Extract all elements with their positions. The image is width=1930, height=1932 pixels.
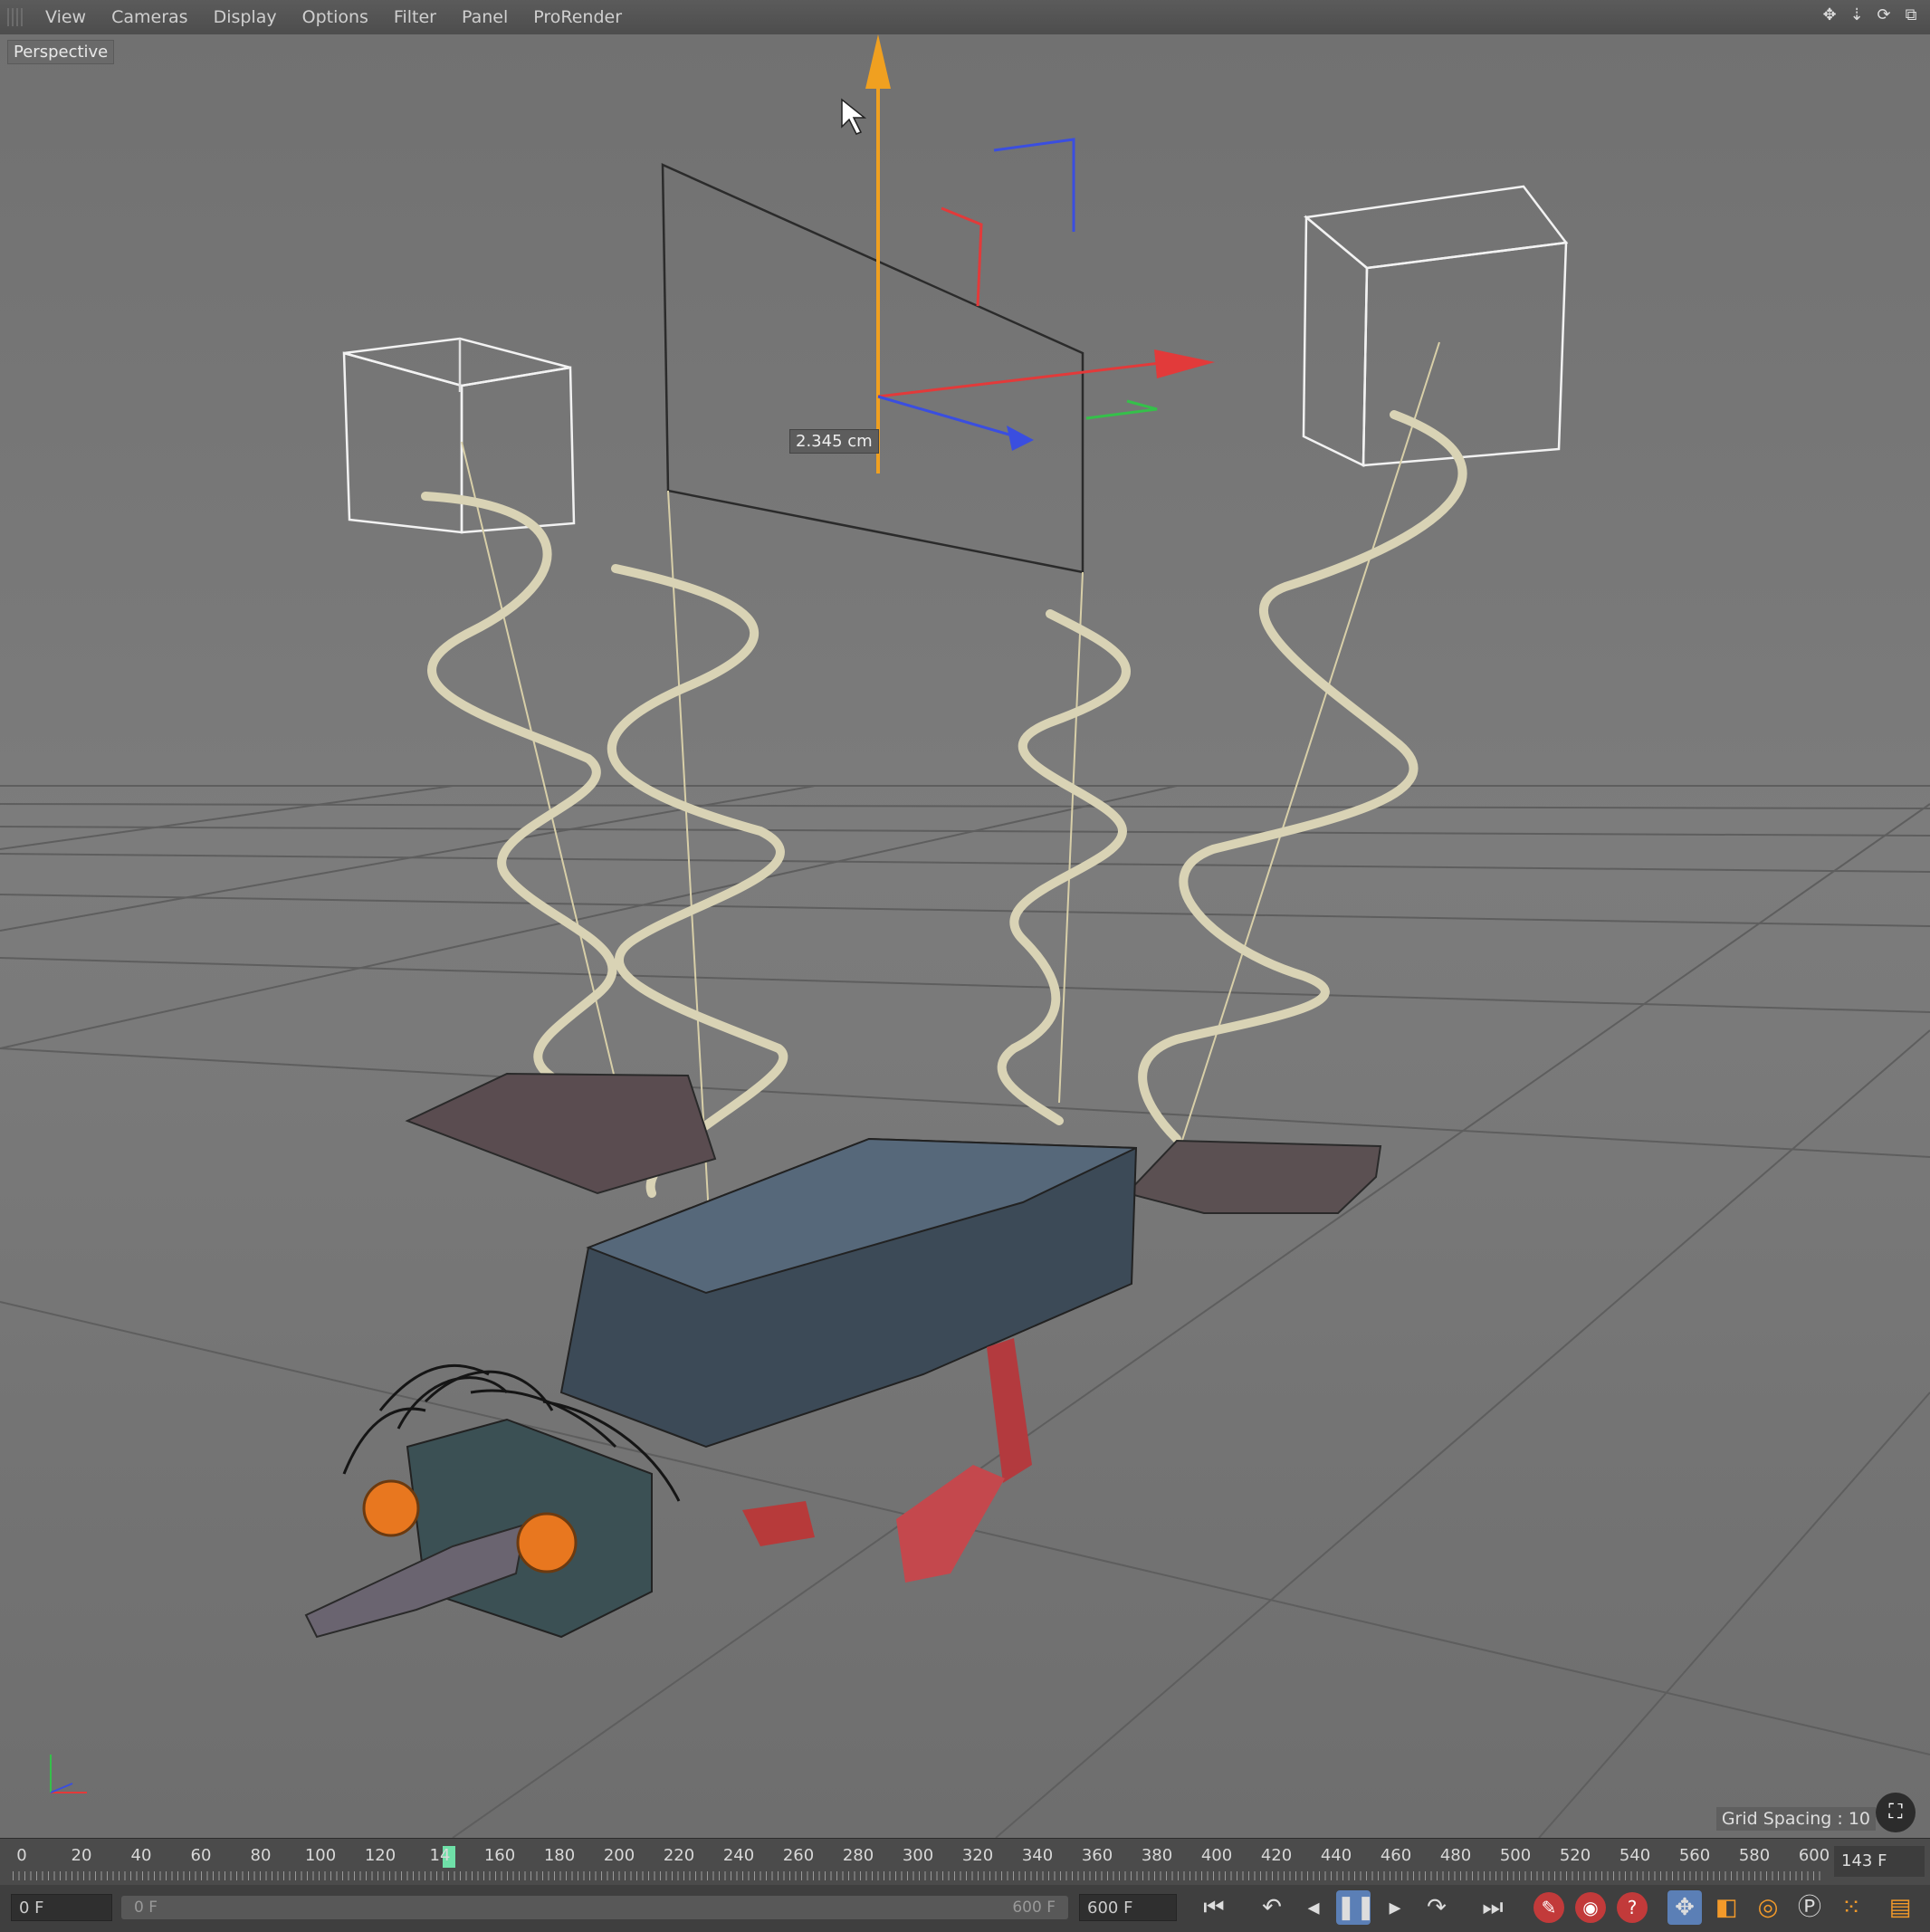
right-null-cube[interactable] — [1302, 185, 1569, 467]
menu-filter[interactable]: Filter — [381, 0, 449, 34]
ruler-tick-label: 300 — [902, 1846, 934, 1865]
autokey-icon[interactable]: ◉ — [1575, 1892, 1606, 1923]
ruler-tick-label: 20 — [71, 1846, 92, 1865]
ruler-ticks — [13, 1871, 1823, 1880]
ruler-tick-label: 260 — [782, 1846, 815, 1865]
viewport-camera-label[interactable]: Perspective — [7, 40, 115, 64]
grid-spacing-label: Grid Spacing : 10 — [1715, 1807, 1876, 1831]
ruler-tick-label: 540 — [1619, 1846, 1651, 1865]
x-axis-handle[interactable] — [877, 360, 1169, 398]
ruler-tick-label: 380 — [1141, 1846, 1173, 1865]
ruler-tick-label: 100 — [304, 1846, 337, 1865]
ruler-tick-label: 120 — [364, 1846, 397, 1865]
deformer-plane[interactable] — [661, 163, 1084, 574]
ruler-tick-label: 500 — [1499, 1846, 1532, 1865]
panel-grip-icon[interactable] — [7, 8, 25, 26]
rotate-icon[interactable]: ⟳ — [1874, 5, 1894, 25]
ruler-tick-label: 440 — [1320, 1846, 1352, 1865]
z-axis-handle[interactable] — [877, 395, 1019, 439]
menu-prorender[interactable]: ProRender — [521, 0, 635, 34]
ruler-tick-label: 360 — [1081, 1846, 1113, 1865]
bird-model[interactable] — [304, 1072, 1382, 1639]
next-frame-icon[interactable]: ▸ — [1378, 1890, 1412, 1925]
point-level-icon[interactable]: ⁙ — [1834, 1890, 1868, 1925]
parameter-key-icon[interactable]: Ⓟ — [1792, 1890, 1827, 1925]
ruler-tick-label: 320 — [961, 1846, 994, 1865]
scale-key-icon[interactable]: ◧ — [1709, 1890, 1744, 1925]
z-axis-arrow-icon[interactable] — [1007, 426, 1034, 451]
previous-key-icon[interactable]: ↶ — [1255, 1890, 1289, 1925]
left-eye — [362, 1479, 420, 1537]
ruler-tick-label: 60 — [190, 1846, 212, 1865]
playback-controls: 0 F 0 F 600 F 600 F ⏮ ↶ ◂ ❚❚ ▸ ↷ ⏭ ✎ ◉ ?… — [0, 1885, 1930, 1932]
move-icon[interactable]: ✥ — [1820, 5, 1839, 25]
menu-display[interactable]: Display — [201, 0, 290, 34]
move-key-icon[interactable]: ✥ — [1667, 1890, 1702, 1925]
ruler-tick-label: 420 — [1260, 1846, 1293, 1865]
ruler-tick-label: 200 — [603, 1846, 635, 1865]
end-frame-field[interactable]: 600 F — [1079, 1894, 1177, 1921]
maximize-icon[interactable]: ⧉ — [1901, 5, 1921, 25]
ruler-tick-label: 460 — [1380, 1846, 1412, 1865]
menu-options[interactable]: Options — [290, 0, 381, 34]
ruler-tick-label: 600 — [1798, 1846, 1830, 1865]
go-to-start-icon[interactable]: ⏮ — [1197, 1890, 1231, 1925]
ruler-tick-label: 340 — [1021, 1846, 1054, 1865]
ruler-tick-label: 0 — [16, 1846, 27, 1865]
previous-frame-icon[interactable]: ◂ — [1296, 1890, 1331, 1925]
ruler-tick-label: 220 — [663, 1846, 695, 1865]
key-help-icon[interactable]: ? — [1617, 1892, 1648, 1923]
next-key-icon[interactable]: ↷ — [1419, 1890, 1454, 1925]
menu-cameras[interactable]: Cameras — [99, 0, 200, 34]
ruler-tick-label: 180 — [543, 1846, 576, 1865]
range-end-label: 600 F — [1012, 1899, 1056, 1917]
perspective-viewport[interactable]: Perspective 2.345 cm Grid Spacing : 10 ⛶ — [0, 34, 1930, 1838]
timeline-ruler[interactable]: 0 20 40 60 80 100 120 14 160 180 200 220 240 260 280 30… — [0, 1838, 1930, 1886]
ruler-tick-label: 400 — [1200, 1846, 1233, 1865]
ruler-tick-label: 40 — [130, 1846, 152, 1865]
menu-items: View Cameras Display Options Filter Pane… — [33, 0, 635, 34]
world-axis-icon — [50, 1755, 87, 1793]
ruler-tick-label: 80 — [250, 1846, 272, 1865]
viewport-nav-icons: ✥ ⇣ ⟳ ⧉ — [1820, 5, 1921, 25]
ruler-tick-label: 160 — [483, 1846, 516, 1865]
x-axis-arrow-icon[interactable] — [1154, 349, 1215, 378]
ruler-tick-label: 240 — [722, 1846, 755, 1865]
menu-view[interactable]: View — [33, 0, 99, 34]
menu-bar: View Cameras Display Options Filter Pane… — [0, 0, 1930, 35]
ruler-tick-label: 580 — [1738, 1846, 1771, 1865]
dimension-readout: 2.345 cm — [789, 429, 879, 454]
transform-gizmo[interactable] — [865, 34, 1215, 473]
zoom-icon[interactable]: ⇣ — [1847, 5, 1867, 25]
ruler-tick-label: 560 — [1678, 1846, 1711, 1865]
range-start-label: 0 F — [134, 1899, 158, 1917]
y-axis-arrow-icon[interactable] — [865, 34, 891, 89]
right-eye — [516, 1512, 578, 1573]
ruler-tick-label: 14 — [429, 1846, 451, 1865]
screenshot-tool-icon[interactable]: ⛶ — [1876, 1793, 1916, 1832]
mouse-cursor-icon — [841, 98, 867, 135]
start-frame-field[interactable]: 0 F — [11, 1894, 112, 1921]
range-slider[interactable]: 0 F 600 F — [121, 1896, 1068, 1919]
ruler-tick-label: 480 — [1439, 1846, 1472, 1865]
rotate-key-icon[interactable]: ◎ — [1751, 1890, 1785, 1925]
ruler-tick-label: 280 — [842, 1846, 874, 1865]
scene-canvas — [0, 34, 1930, 1838]
menu-panel[interactable]: Panel — [449, 0, 521, 34]
record-keys-icon[interactable]: ✎ — [1533, 1892, 1564, 1923]
go-to-end-icon[interactable]: ⏭ — [1476, 1890, 1510, 1925]
timeline-panel-icon[interactable]: ▤ — [1883, 1890, 1917, 1925]
current-frame-field[interactable]: 143 F — [1834, 1846, 1925, 1877]
pause-button[interactable]: ❚❚ — [1336, 1890, 1376, 1925]
ruler-tick-label: 520 — [1559, 1846, 1591, 1865]
frame-ruler[interactable]: 0 20 40 60 80 100 120 14 160 180 200 220 240 260 280 30… — [13, 1839, 1830, 1886]
